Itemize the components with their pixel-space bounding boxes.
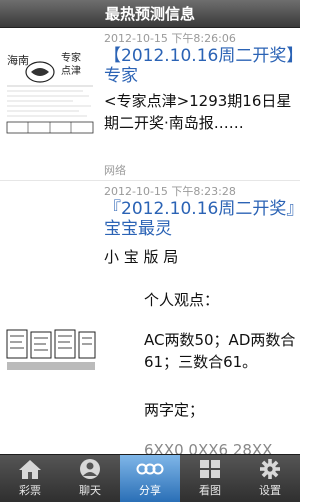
article-source: 网络 bbox=[104, 164, 126, 177]
bottom-tab-bar: 彩票 聊天 分享 看图 设置 bbox=[0, 454, 300, 502]
svg-text:点津: 点津 bbox=[61, 65, 81, 77]
tab-label: 分享 bbox=[139, 484, 161, 497]
tab-share[interactable]: 分享 bbox=[120, 455, 180, 502]
chat-person-icon bbox=[80, 459, 100, 479]
article-body-line: AC两数50；AD两数合61；三数合61。 bbox=[144, 331, 296, 371]
list-item[interactable]: 海南 专家 点津 2012-10-15 下午8:26:06 【2012.10.1… bbox=[0, 28, 300, 181]
article-thumbnail: 海南 专家 点津 bbox=[3, 46, 97, 138]
tab-label: 聊天 bbox=[79, 484, 101, 497]
svg-text:海南: 海南 bbox=[7, 53, 29, 67]
article-body-line: 个人观点： bbox=[144, 291, 220, 309]
tab-chat[interactable]: 聊天 bbox=[60, 455, 120, 502]
article-body-line: 6XX0 0XX6 28XX bbox=[144, 441, 273, 454]
article-body-line: 两字定； bbox=[144, 401, 205, 419]
page-title: 最热预测信息 bbox=[104, 5, 195, 23]
article-list[interactable]: 海南 专家 点津 2012-10-15 下午8:26:06 【2012.10.1… bbox=[0, 28, 300, 454]
list-item[interactable]: 2012-10-15 下午8:23:28 『2012.10.16周二开奖』宝宝最… bbox=[0, 181, 300, 454]
tab-label: 彩票 bbox=[19, 484, 41, 497]
tab-label: 看图 bbox=[199, 484, 221, 497]
image-grid-icon bbox=[200, 460, 220, 478]
home-icon bbox=[19, 460, 41, 479]
article-body-line: 小 宝 版 局 bbox=[104, 248, 179, 266]
app-header: 最热预测信息 bbox=[0, 0, 300, 28]
share-icon bbox=[136, 463, 164, 475]
tab-lottery[interactable]: 彩票 bbox=[0, 455, 60, 502]
gear-icon bbox=[260, 459, 280, 479]
article-title-link[interactable]: 【2012.10.16周二开奖】专家 bbox=[104, 46, 296, 86]
article-title-link[interactable]: 『2012.10.16周二开奖』宝宝最灵 bbox=[104, 199, 296, 239]
article-timestamp: 2012-10-15 下午8:23:28 bbox=[104, 185, 236, 198]
article-timestamp: 2012-10-15 下午8:26:06 bbox=[104, 32, 236, 45]
article-thumbnail bbox=[4, 322, 98, 376]
tab-label: 设置 bbox=[259, 484, 281, 497]
tab-pictures[interactable]: 看图 bbox=[180, 455, 240, 502]
svg-text:专家: 专家 bbox=[61, 51, 81, 64]
article-summary: <专家点津>1293期16日星期二开奖·南岛报…… bbox=[104, 92, 292, 132]
tab-settings[interactable]: 设置 bbox=[240, 455, 300, 502]
